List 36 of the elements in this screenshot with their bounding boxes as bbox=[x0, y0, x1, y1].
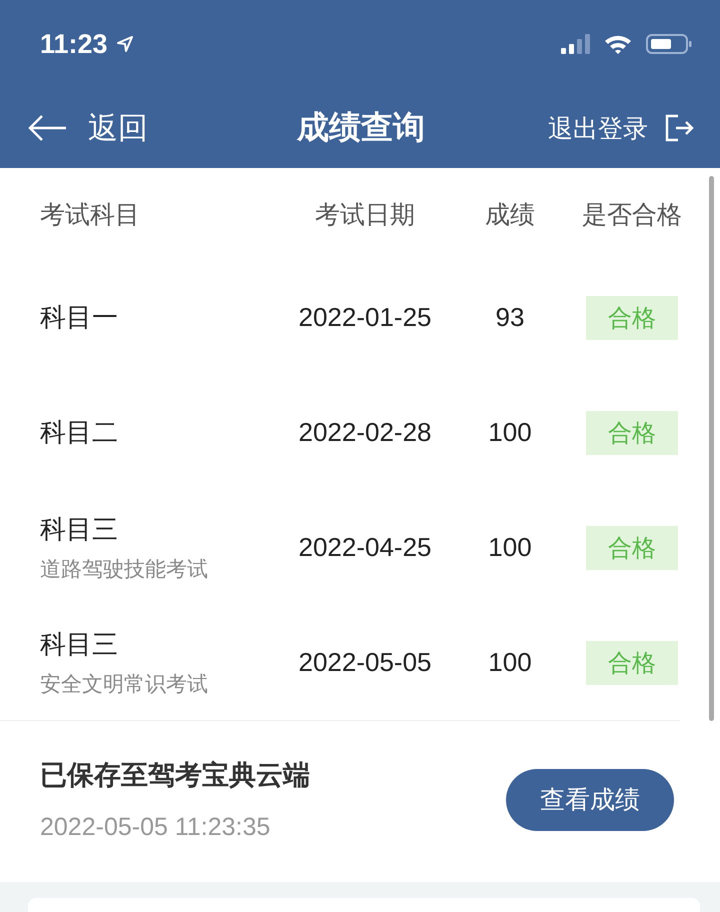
exam-score: 100 bbox=[487, 646, 533, 679]
view-scores-button[interactable]: 查看成绩 bbox=[506, 768, 674, 830]
column-header: 是否合格 bbox=[581, 198, 683, 230]
result-tag: 合格 bbox=[586, 296, 678, 340]
back-arrow-icon bbox=[28, 114, 68, 142]
exam-date: 2022-04-25 bbox=[298, 531, 432, 564]
saved-time: 2022-05-05 11:23:35 bbox=[40, 813, 272, 842]
status-time: 11:23 bbox=[40, 28, 108, 60]
wifi-icon bbox=[604, 33, 632, 55]
subject-name: 科目三 bbox=[40, 629, 118, 662]
subject-name: 科目一 bbox=[40, 302, 118, 335]
scrollbar[interactable] bbox=[709, 176, 714, 721]
exam-score: 100 bbox=[487, 531, 533, 564]
column-header: 考试日期 bbox=[314, 198, 416, 230]
column-header: 考试科目 bbox=[40, 198, 141, 230]
logout-icon bbox=[664, 113, 694, 143]
column-header: 成绩 bbox=[484, 198, 536, 230]
exam-score: 93 bbox=[494, 301, 526, 334]
exam-date: 2022-05-05 bbox=[298, 646, 432, 679]
subject-name: 科目二 bbox=[40, 417, 118, 450]
signal-icon bbox=[560, 33, 590, 55]
result-tag: 合格 bbox=[586, 640, 678, 684]
logout-button[interactable]: 退出登录 bbox=[524, 112, 694, 144]
back-button[interactable]: 返回 bbox=[28, 108, 228, 148]
subject-name: 科目三 bbox=[40, 514, 118, 547]
exam-date: 2022-02-28 bbox=[298, 416, 432, 449]
location-arrow-icon bbox=[116, 35, 134, 53]
subject-note: 安全文明常识考试 bbox=[40, 671, 208, 698]
saved-message: 已保存至驾考宝典云端 bbox=[40, 759, 311, 793]
exam-score: 100 bbox=[487, 416, 533, 449]
battery-icon bbox=[646, 33, 692, 55]
exam-date: 2022-01-25 bbox=[298, 301, 432, 334]
subject-note: 道路驾驶技能考试 bbox=[40, 556, 208, 583]
page-title: 成绩查询 bbox=[296, 107, 426, 148]
result-tag: 合格 bbox=[586, 526, 678, 570]
result-tag: 合格 bbox=[586, 410, 678, 454]
